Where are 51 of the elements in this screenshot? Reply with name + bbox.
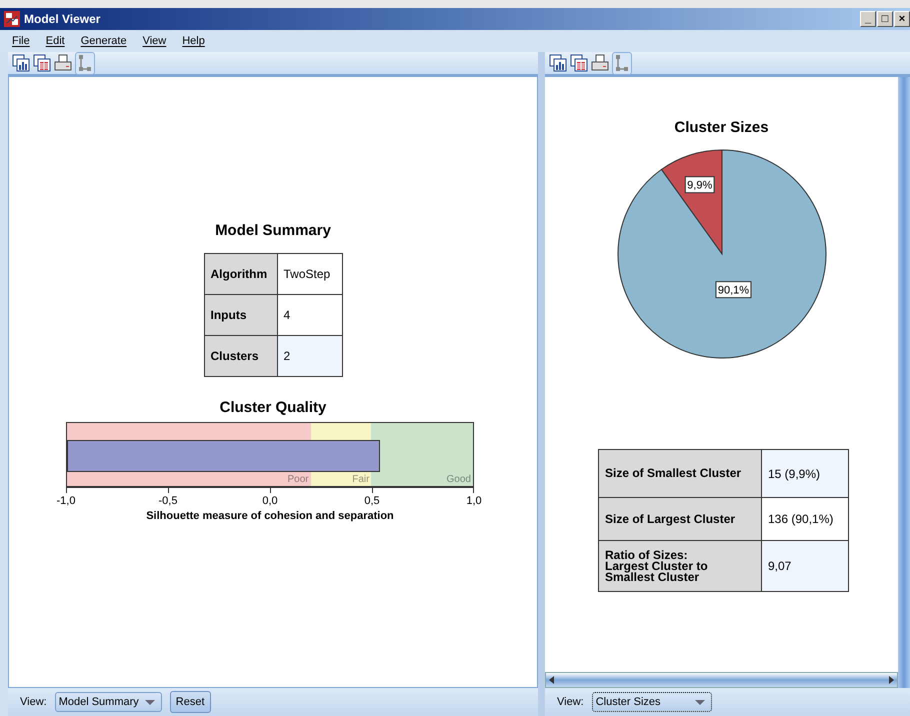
reset-button[interactable]: Reset — [170, 691, 211, 713]
close-button[interactable]: × — [894, 11, 910, 27]
quality-band: Good — [371, 423, 473, 486]
menu-item[interactable]: View — [142, 35, 166, 47]
table-cell: 136 (90,1%) — [762, 498, 848, 540]
chart-window-icon[interactable] — [12, 54, 30, 72]
slice-label: 9,9% — [684, 176, 714, 194]
table-window-icon[interactable] — [33, 54, 51, 72]
menu-item[interactable]: File — [12, 35, 30, 47]
minimize-button[interactable]: _ — [860, 11, 876, 27]
horizontal-scrollbar[interactable] — [545, 672, 898, 688]
menu-item[interactable]: Edit — [46, 35, 65, 47]
row-header: Size of Smallest Cluster — [598, 450, 762, 498]
menu-item[interactable]: Help — [182, 35, 205, 47]
data-label: 90,1% — [717, 284, 749, 297]
view-dropdown[interactable]: Model Summary — [54, 692, 162, 712]
table-cell: 2 — [277, 336, 342, 376]
window-title: Model Viewer — [24, 12, 102, 26]
chart-window-icon[interactable] — [549, 54, 567, 72]
table-cell: 9,07 — [762, 540, 848, 592]
table-cell: 4 — [277, 294, 342, 336]
data-label: 9,9% — [686, 180, 712, 192]
app-icon — [4, 11, 20, 27]
table-window-icon[interactable] — [570, 54, 588, 72]
tick-label: 0,0 — [262, 495, 278, 507]
chart-title: Cluster Sizes — [674, 119, 769, 136]
table-cell: TwoStep — [277, 254, 342, 294]
row-header: Ratio of Sizes: Largest Cluster to Smallest Cluster — [598, 540, 762, 592]
tree-icon[interactable] — [78, 54, 92, 72]
row-header: Clusters — [204, 336, 277, 376]
view-label: View: — [20, 696, 47, 708]
slice-label: 90,1% — [714, 281, 751, 298]
table-cell: 15 (9,9%) — [762, 450, 848, 498]
tick-label: 0,5 — [364, 495, 380, 507]
view-dropdown[interactable]: Cluster Sizes — [592, 692, 712, 712]
tree-icon[interactable] — [615, 54, 629, 72]
view-label: View: — [557, 696, 584, 708]
vertical-scrollbar[interactable] — [898, 77, 910, 688]
maximize-button[interactable]: □ — [877, 11, 893, 27]
tick-label: -0,5 — [158, 495, 178, 507]
row-header: Algorithm — [204, 254, 277, 294]
summary-title: Model Summary — [215, 222, 331, 239]
printer-icon[interactable] — [54, 54, 72, 72]
axis-title: Silhouette measure of cohesion and separation — [145, 510, 395, 522]
tick-label: 1,0 — [466, 495, 482, 507]
row-header: Inputs — [204, 294, 277, 336]
menu-item[interactable]: Generate — [80, 35, 127, 47]
row-header: Size of Largest Cluster — [598, 498, 762, 540]
chart-title: Cluster Quality — [220, 399, 326, 416]
tick-label: -1,0 — [56, 495, 76, 507]
printer-icon[interactable] — [591, 54, 609, 72]
